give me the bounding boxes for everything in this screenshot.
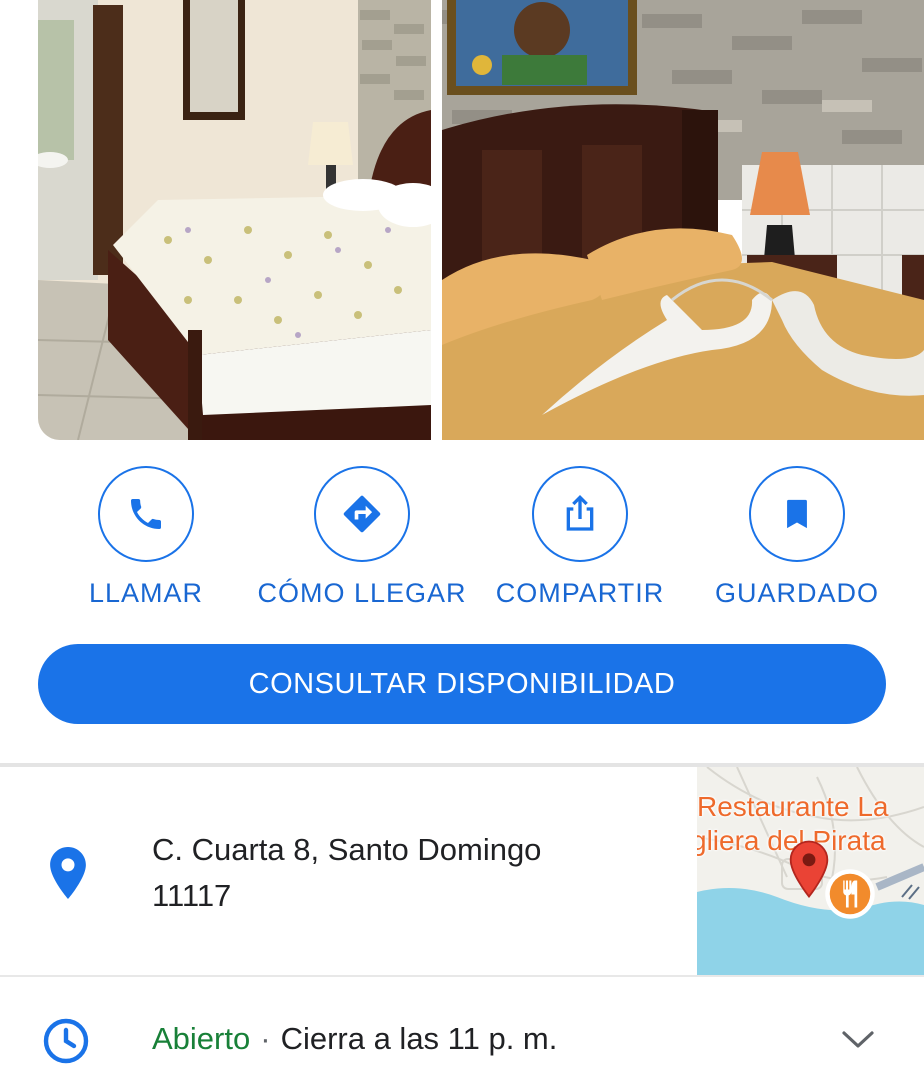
action-buttons: LLAMAR CÓMO LLEGAR COMPARTIR GUARDADO bbox=[0, 466, 924, 616]
address-line-1: C. Cuarta 8, Santo Domingo bbox=[152, 832, 542, 867]
hours-row[interactable]: Abierto · Cierra a las 11 p. m. bbox=[0, 977, 924, 1080]
address-line-2: 11117 bbox=[152, 878, 232, 913]
bedroom-2-image bbox=[442, 0, 924, 440]
directions-button-circle[interactable] bbox=[314, 466, 410, 562]
address-text: C. Cuarta 8, Santo Domingo 11117 bbox=[152, 827, 652, 919]
map-place-label-line-1: Restaurante La bbox=[697, 791, 889, 822]
hotel-photo-bedroom-2[interactable] bbox=[442, 0, 924, 440]
share-button[interactable]: COMPARTIR bbox=[470, 466, 690, 609]
phone-icon bbox=[131, 499, 161, 529]
clock-icon bbox=[43, 1018, 89, 1064]
hours-separator: · bbox=[260, 1021, 271, 1056]
bookmark-icon bbox=[787, 499, 807, 529]
call-label: LLAMAR bbox=[88, 578, 204, 608]
restaurant-icon bbox=[825, 869, 875, 919]
open-status: Abierto bbox=[152, 1021, 251, 1056]
bedroom-1-image bbox=[38, 0, 431, 440]
saved-button[interactable]: GUARDADO bbox=[687, 466, 907, 609]
saved-button-circle[interactable] bbox=[749, 466, 845, 562]
closing-time: Cierra a las 11 p. m. bbox=[280, 1021, 558, 1056]
check-availability-button[interactable]: CONSULTAR DISPONIBILIDAD bbox=[38, 644, 886, 724]
share-icon bbox=[566, 494, 594, 531]
directions-button[interactable]: CÓMO LLEGAR bbox=[252, 466, 472, 609]
share-button-circle[interactable] bbox=[532, 466, 628, 562]
hotel-photo-bedroom-1[interactable] bbox=[38, 0, 431, 440]
call-button[interactable]: LLAMAR bbox=[36, 466, 256, 609]
directions-icon bbox=[343, 495, 381, 533]
map-thumbnail[interactable]: Restaurante La gliera del Pirata bbox=[697, 767, 924, 975]
address-row[interactable]: C. Cuarta 8, Santo Domingo 11117 Restaur… bbox=[0, 767, 924, 975]
location-pin-icon bbox=[50, 847, 86, 899]
photo-gallery[interactable] bbox=[0, 0, 924, 440]
hours-text: Abierto · Cierra a las 11 p. m. bbox=[152, 1021, 557, 1057]
saved-label: GUARDADO bbox=[714, 578, 879, 608]
share-label: COMPARTIR bbox=[495, 578, 665, 608]
call-button-circle[interactable] bbox=[98, 466, 194, 562]
directions-label: CÓMO LLEGAR bbox=[257, 578, 467, 608]
chevron-down-icon[interactable] bbox=[840, 1027, 876, 1051]
